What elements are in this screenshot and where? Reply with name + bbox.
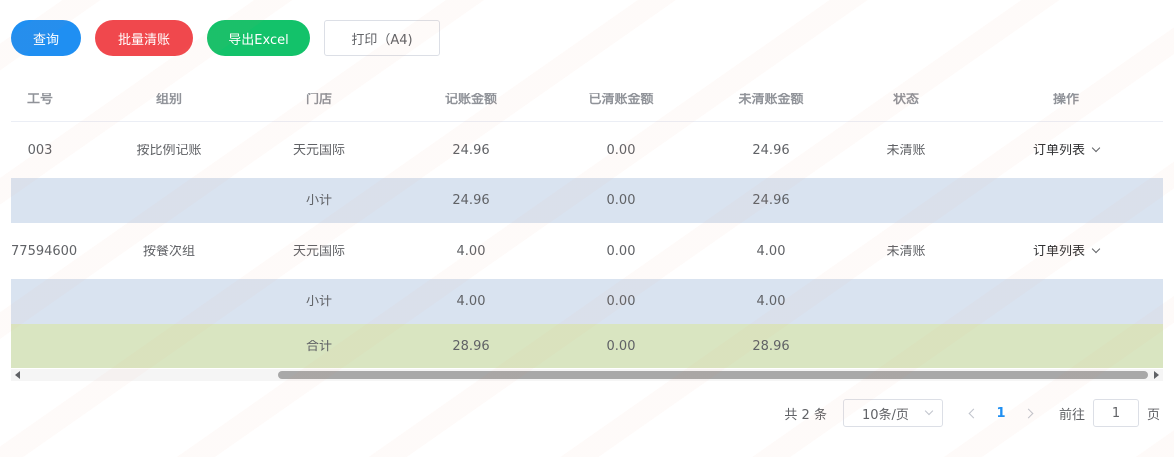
order-list-dropdown[interactable]: 订单列表	[1006, 245, 1126, 258]
print-button[interactable]: 打印（A4)	[324, 20, 440, 56]
cell-group: 按餐次组	[142, 244, 195, 258]
page-size-value: 10条/页	[861, 407, 909, 423]
subtotal-label: 小计	[305, 295, 332, 308]
subtotal-row: 小计 24.96 0.00 24.96	[11, 178, 1163, 223]
cell-id: 077594600	[11, 244, 78, 258]
cell-cleared: 0.00	[606, 244, 636, 258]
header-id: 工号	[26, 93, 53, 106]
chevron-down-icon	[1091, 143, 1101, 153]
toolbar: 查询 批量清账 导出Excel 打印（A4)	[11, 20, 440, 56]
subtotal-uncleared: 4.00	[756, 295, 786, 308]
total-uncleared: 28.96	[752, 339, 790, 353]
order-list-dropdown[interactable]: 订单列表	[1006, 144, 1126, 157]
total-row: 合计 28.96 0.00 28.96	[11, 324, 1163, 368]
header-store: 门店	[305, 93, 332, 106]
cell-id: 003	[27, 143, 53, 157]
arrow-right-icon[interactable]	[1154, 371, 1159, 379]
query-button[interactable]: 查询	[11, 20, 81, 56]
cell-group: 按比例记账	[136, 143, 202, 157]
header-action: 操作	[1052, 93, 1079, 106]
subtotal-cleared: 0.00	[606, 295, 636, 308]
cell-charged: 4.00	[456, 244, 486, 258]
cell-uncleared: 24.96	[752, 143, 790, 157]
cell-store: 天元国际	[292, 143, 345, 157]
total-charged: 28.96	[452, 339, 490, 353]
order-list-label: 订单列表	[1032, 143, 1085, 157]
scrollbar-thumb[interactable]	[278, 371, 1148, 379]
pagination: 共 2 条 10条/页 1 前往 页	[784, 399, 1160, 427]
horizontal-scrollbar[interactable]	[11, 369, 1163, 381]
arrow-left-icon[interactable]	[15, 371, 20, 379]
subtotal-row: 小计 4.00 0.00 4.00	[11, 279, 1163, 324]
subtotal-charged: 4.00	[456, 295, 486, 308]
header-group: 组别	[155, 93, 182, 106]
subtotal-cleared: 0.00	[606, 194, 636, 207]
table-row: 003 按比例记账 天元国际 24.96 0.00 24.96 未清账 订单列表	[11, 122, 1163, 178]
chevron-left-icon	[968, 408, 979, 418]
page-jump-input[interactable]	[1092, 399, 1139, 427]
total-label: 合计	[305, 339, 332, 353]
header-cleared: 已清账金额	[588, 93, 654, 106]
header-charged: 记账金额	[444, 93, 497, 106]
header-uncleared: 未清账金额	[738, 93, 804, 106]
chevron-right-icon	[1023, 408, 1034, 418]
subtotal-uncleared: 24.96	[752, 194, 790, 207]
total-count: 共 2 条	[784, 407, 827, 423]
page-suffix: 页	[1146, 407, 1160, 423]
data-table: 工号 组别 门店 记账金额 已清账金额 未清账金额 状态 操作 003 按比例记…	[11, 78, 1163, 383]
next-page-button[interactable]	[1019, 399, 1041, 427]
table-header: 工号 组别 门店 记账金额 已清账金额 未清账金额 状态 操作	[11, 78, 1163, 122]
cell-uncleared: 4.00	[756, 244, 786, 258]
cell-status: 未清账	[886, 244, 926, 258]
cell-charged: 24.96	[452, 143, 490, 157]
page-size-select[interactable]: 10条/页	[842, 399, 943, 427]
prev-page-button[interactable]	[961, 399, 983, 427]
table-row: 077594600 按餐次组 天元国际 4.00 0.00 4.00 未清账 订…	[11, 223, 1163, 279]
goto-label: 前往	[1058, 407, 1085, 423]
page-number-current[interactable]: 1	[983, 406, 1019, 421]
cell-status: 未清账	[886, 143, 926, 157]
cell-store: 天元国际	[292, 244, 345, 258]
subtotal-charged: 24.96	[452, 194, 490, 207]
batch-clear-button[interactable]: 批量清账	[95, 20, 193, 56]
chevron-down-icon	[924, 406, 934, 416]
subtotal-label: 小计	[305, 194, 332, 207]
chevron-down-icon	[1091, 244, 1101, 254]
export-excel-button[interactable]: 导出Excel	[207, 20, 310, 56]
total-cleared: 0.00	[606, 339, 636, 353]
header-status: 状态	[892, 93, 919, 106]
order-list-label: 订单列表	[1032, 244, 1085, 258]
cell-cleared: 0.00	[606, 143, 636, 157]
